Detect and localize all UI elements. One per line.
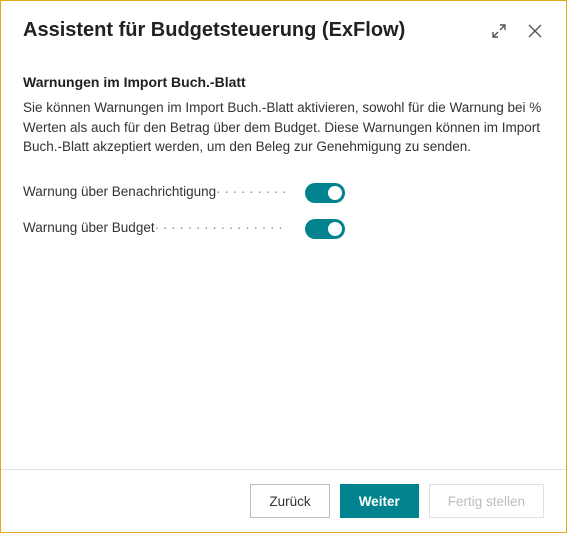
next-button[interactable]: Weiter xyxy=(340,484,419,518)
section-title: Warnungen im Import Buch.-Blatt xyxy=(23,74,544,90)
toggle-warn-budget[interactable] xyxy=(305,219,345,239)
field-label-wrap: Warnung über Budget xyxy=(23,220,285,238)
toggle-knob xyxy=(328,186,342,200)
field-label: Warnung über Budget xyxy=(23,220,155,235)
dialog-footer: Zurück Weiter Fertig stellen xyxy=(1,469,566,532)
back-button[interactable]: Zurück xyxy=(250,484,329,518)
toggle-knob xyxy=(328,222,342,236)
toggle-warn-notification[interactable] xyxy=(305,183,345,203)
dialog-content: Warnungen im Import Buch.-Blatt Sie könn… xyxy=(1,50,566,469)
field-label: Warnung über Benachrichtigung xyxy=(23,184,216,199)
expand-icon[interactable] xyxy=(490,22,508,40)
wizard-dialog: Assistent für Budgetsteuerung (ExFlow) W… xyxy=(0,0,567,533)
section-description: Sie können Warnungen im Import Buch.-Bla… xyxy=(23,98,544,157)
dialog-title: Assistent für Budgetsteuerung (ExFlow) xyxy=(23,19,490,42)
field-warn-budget: Warnung über Budget xyxy=(23,211,544,247)
close-icon[interactable] xyxy=(526,22,544,40)
field-warn-notification: Warnung über Benachrichtigung xyxy=(23,175,544,211)
field-label-wrap: Warnung über Benachrichtigung xyxy=(23,184,285,202)
dialog-header: Assistent für Budgetsteuerung (ExFlow) xyxy=(1,1,566,50)
finish-button: Fertig stellen xyxy=(429,484,544,518)
header-actions xyxy=(490,22,544,40)
